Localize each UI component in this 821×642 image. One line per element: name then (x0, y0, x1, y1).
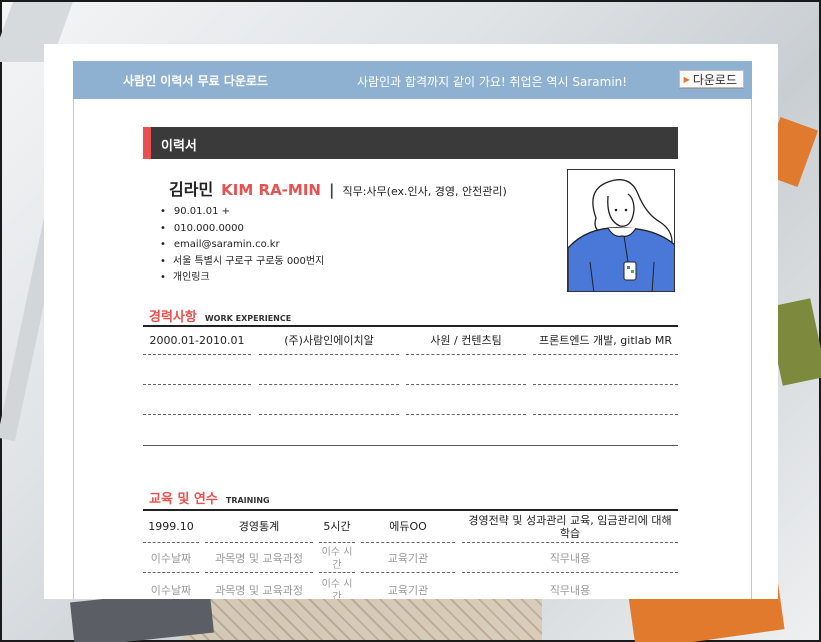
company-cell: (주)사람인에이치알 (259, 327, 399, 355)
course-cell: 과목명 및 교육과정 (205, 577, 313, 599)
training-heading: 교육 및 연수 TRAINING (149, 488, 270, 507)
table-row: 이수날짜 과목명 및 교육과정 이수 시간 교육기관 직무내용 (143, 577, 678, 600)
phone: 010.000.0000 (160, 221, 324, 238)
download-button[interactable]: ▶ 다운로드 (678, 70, 744, 88)
table-row: 2000.01-2010.01 (주)사람인에이치알 사원 / 컨텐츠팀 프론트… (143, 327, 678, 357)
hours-cell: 5시간 (319, 511, 355, 543)
duty-cell: 프론트엔드 개발, gitlab MR (533, 327, 678, 355)
name-separator: | (328, 181, 335, 199)
table-row (143, 357, 678, 387)
company-cell (259, 357, 399, 385)
table-row: 1999.10 경영통계 5시간 에듀OO 경영전략 및 성과관리 교육, 임금… (143, 511, 678, 545)
content-cell: 직무내용 (462, 545, 678, 573)
position-cell (406, 357, 526, 385)
period-cell (143, 387, 251, 415)
job-title: 직무:사무(ex.인사, 경영, 안전관리) (342, 185, 507, 198)
course-cell: 과목명 및 교육과정 (205, 545, 313, 573)
personal-link[interactable]: 개인링크 (160, 270, 324, 287)
table-row (143, 387, 678, 417)
name-korean: 김라민 (169, 180, 214, 199)
name-english: KIM RA-MIN (221, 181, 321, 199)
period-cell: 2000.01-2010.01 (143, 327, 251, 355)
training-title-en: TRAINING (225, 496, 270, 505)
institution-cell: 교육기관 (361, 545, 455, 573)
duty-cell (533, 357, 678, 385)
experience-title-en: WORK EXPERIENCE (204, 314, 292, 323)
hours-cell: 이수 시간 (319, 577, 355, 600)
play-arrow-icon: ▶ (683, 74, 690, 84)
resume-title: 이력서 (143, 127, 678, 159)
institution-cell: 에듀OO (361, 511, 455, 543)
content-cell: 직무내용 (462, 577, 678, 599)
date-cell: 1999.10 (143, 511, 199, 543)
resume-paper: 사람인 이력서 무료 다운로드 사람인과 합격까지 같이 가요! 취업은 역시 … (44, 44, 778, 599)
top-banner: 사람인 이력서 무료 다운로드 사람인과 합격까지 같이 가요! 취업은 역시 … (73, 61, 752, 99)
contact-info: 90.01.01 + 010.000.0000 email@saramin.co… (160, 204, 324, 287)
experience-table-bottom-rule (143, 445, 678, 446)
company-cell (259, 387, 399, 415)
course-cell: 경영통계 (205, 511, 313, 543)
table-row: 이수날짜 과목명 및 교육과정 이수 시간 교육기관 직무내용 (143, 545, 678, 577)
date-cell: 이수날짜 (143, 577, 199, 599)
institution-cell: 교육기관 (361, 577, 455, 599)
banner-title: 사람인 이력서 무료 다운로드 (123, 74, 269, 88)
banner-slogan: 사람인과 합격까지 같이 가요! 취업은 역시 Saramin! (357, 75, 628, 89)
training-table: 1999.10 경영통계 5시간 에듀OO 경영전략 및 성과관리 교육, 임금… (143, 509, 678, 599)
position-cell (406, 387, 526, 415)
birth-date: 90.01.01 + (160, 204, 324, 221)
period-cell (143, 357, 251, 385)
experience-title-ko: 경력사항 (149, 310, 197, 325)
content-cell: 경영전략 및 성과관리 교육, 임금관리에 대해 학습 (462, 511, 678, 543)
download-label: 다운로드 (692, 72, 737, 87)
email: email@saramin.co.kr (160, 237, 324, 254)
name-row: 김라민 KIM RA-MIN | 직무:사무(ex.인사, 경영, 안전관리) (169, 176, 507, 200)
date-cell: 이수날짜 (143, 545, 199, 573)
hours-cell: 이수 시간 (319, 545, 355, 573)
address: 서울 특별시 구로구 구로동 000번지 (160, 254, 324, 271)
experience-table: 2000.01-2010.01 (주)사람인에이치알 사원 / 컨텐츠팀 프론트… (143, 325, 678, 417)
training-title-ko: 교육 및 연수 (149, 492, 218, 507)
experience-heading: 경력사항 WORK EXPERIENCE (149, 306, 291, 325)
profile-photo (567, 169, 675, 292)
person-illustration-icon (568, 179, 674, 291)
position-cell: 사원 / 컨텐츠팀 (406, 327, 526, 355)
duty-cell (533, 387, 678, 415)
